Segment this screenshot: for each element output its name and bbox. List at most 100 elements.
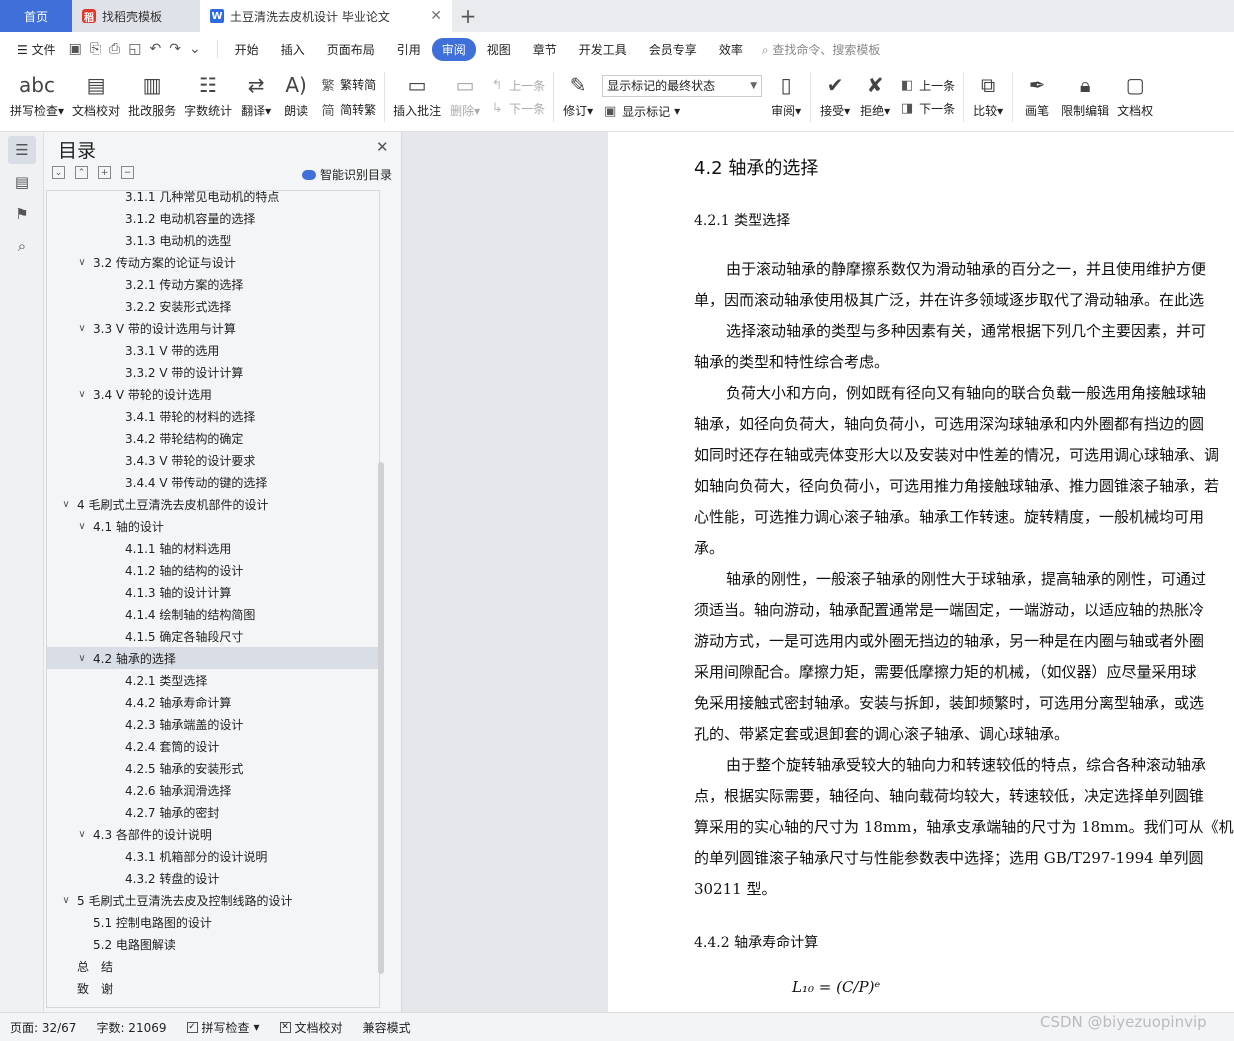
chevron-down-icon[interactable]: ∨ [75, 653, 89, 664]
toc-item[interactable]: 致 谢 [47, 977, 379, 999]
close-icon[interactable]: ✕ [376, 138, 389, 156]
annotate-service-button[interactable]: ▥ 批改服务 [124, 66, 180, 128]
toc-item[interactable]: ∨ 4.1 轴的设计 [47, 515, 379, 537]
toc-item[interactable]: 4.1.1 轴的材料选用 [47, 537, 379, 559]
menu-devtools[interactable]: 开发工具 [568, 41, 638, 58]
redo-icon[interactable]: ↷ [169, 41, 181, 57]
menu-layout[interactable]: 页面布局 [316, 41, 386, 58]
to-traditional-button[interactable]: 繁繁转简 [320, 75, 377, 94]
toc-icon[interactable]: ☰ [8, 136, 36, 164]
menu-member[interactable]: 会员专享 [638, 41, 708, 58]
toc-item[interactable]: 4.4.2 轴承寿命计算 [47, 691, 379, 713]
menu-review[interactable]: 审阅 [431, 37, 476, 61]
toc-item[interactable]: ∨ 4.3 各部件的设计说明 [47, 823, 379, 845]
toc-item[interactable]: 4.1.2 轴的结构的设计 [47, 559, 379, 581]
menu-chapter[interactable]: 章节 [522, 41, 568, 58]
menu-start[interactable]: 开始 [224, 41, 270, 58]
next-comment-button[interactable]: ↳ 下一条 [489, 100, 545, 117]
tab-template[interactable]: 稻 找稻壳模板 [72, 0, 200, 32]
document-page[interactable]: 4.2 轴承的选择 4.2.1 类型选择 由于滚动轴承的静摩擦系数仅为滑动轴承的… [608, 132, 1234, 1012]
close-icon[interactable]: ✕ [430, 8, 442, 24]
minus-icon[interactable]: − [121, 166, 134, 179]
chevron-down-icon[interactable]: ∨ [59, 895, 73, 906]
toc-item[interactable]: 4.1.5 确定各轴段尺寸 [47, 625, 379, 647]
toc-item[interactable]: 3.1.1 几种常见电动机的特点 [47, 191, 379, 207]
restrict-edit-button[interactable]: 🔒︎ 限制编辑 [1057, 66, 1113, 128]
toc-item[interactable]: 3.3.1 V 带的选用 [47, 339, 379, 361]
toc-item[interactable]: 3.4.3 V 带轮的设计要求 [47, 449, 379, 471]
doc-proof-button[interactable]: ▤ 文档校对 [68, 66, 124, 128]
toc-item[interactable]: 3.2.2 安装形式选择 [47, 295, 379, 317]
word-count-button[interactable]: ☷ 字数统计 [180, 66, 236, 128]
toc-scrollbar[interactable] [378, 462, 384, 974]
toc-item[interactable]: 3.4.4 V 带传动的键的选择 [47, 471, 379, 493]
new-tab-icon[interactable]: + [452, 0, 484, 32]
save-icon[interactable]: ▣ [69, 41, 82, 57]
tab-document[interactable]: W 土豆清洗去皮机设计 毕业论文 ✕ [200, 0, 452, 32]
toc-item[interactable]: 5.1 控制电路图的设计 [47, 911, 379, 933]
prev-change-button[interactable]: ◧ 上一条 [899, 77, 955, 94]
chevron-down-icon[interactable]: ∨ [59, 499, 73, 510]
expand-all-icon[interactable]: ⌃ [75, 166, 88, 179]
toc-item[interactable]: 4.1.3 轴的设计计算 [47, 581, 379, 603]
toc-item[interactable]: 3.4.1 带轮的材料的选择 [47, 405, 379, 427]
toc-item[interactable]: 4.2.6 轴承润滑选择 [47, 779, 379, 801]
more-icon[interactable]: ⌄ [189, 41, 201, 57]
insert-comment-button[interactable]: ▭ 插入批注 [389, 66, 445, 128]
toc-item[interactable]: 总 结 [47, 955, 379, 977]
status-spell-check[interactable]: ✓ 拼写检查 ▾ [177, 1019, 270, 1036]
markup-view-select[interactable]: 显示标记的最终状态 ▼ [602, 74, 763, 97]
preview-icon[interactable]: ◱ [128, 41, 141, 57]
reject-button[interactable]: ✘ 拒绝▾ [855, 66, 895, 128]
page-indicator[interactable]: 页面: 32/67 [0, 1019, 86, 1036]
toc-item[interactable]: ∨ 3.2 传动方案的论证与设计 [47, 251, 379, 273]
toc-item[interactable]: 4.2.4 套筒的设计 [47, 735, 379, 757]
to-simplified-button[interactable]: 简简转繁 [320, 100, 377, 119]
menu-view[interactable]: 视图 [476, 41, 522, 58]
print-icon[interactable]: ⎙ [109, 41, 120, 57]
accept-button[interactable]: ✔ 接受▾ [815, 66, 855, 128]
toc-item[interactable]: 4.2.3 轴承端盖的设计 [47, 713, 379, 735]
collapse-all-icon[interactable]: ⌄ [52, 166, 65, 179]
doc-permission-button[interactable]: ▢ 文档权 [1113, 66, 1157, 128]
toc-item[interactable]: 3.4.2 带轮结构的确定 [47, 427, 379, 449]
smart-toc-button[interactable]: 智能识别目录 [302, 166, 392, 183]
file-menu[interactable]: ☰ 文件 [6, 41, 67, 58]
word-count[interactable]: 字数: 21069 [86, 1019, 176, 1036]
toc-item[interactable]: 4.3.2 转盘的设计 [47, 867, 379, 889]
undo-icon[interactable]: ↶ [149, 41, 161, 57]
chapter-icon[interactable]: ▤ [8, 168, 36, 196]
toc-item[interactable]: 3.3.2 V 带的设计计算 [47, 361, 379, 383]
tab-home[interactable]: 首页 [0, 0, 72, 32]
chevron-down-icon[interactable]: ∨ [75, 389, 89, 400]
toc-item[interactable]: 4.2.7 轴承的密封 [47, 801, 379, 823]
compare-button[interactable]: ⧉ 比较▾ [968, 66, 1008, 128]
menu-insert[interactable]: 插入 [270, 41, 316, 58]
toc-item[interactable]: 4.2.5 轴承的安装形式 [47, 757, 379, 779]
toc-item[interactable]: 3.1.2 电动机容量的选择 [47, 207, 379, 229]
bookmark-icon[interactable]: ⚑ [8, 200, 36, 228]
search-icon[interactable]: ⌕ [8, 232, 36, 260]
toc-item[interactable]: ∨ 4 毛刷式土豆清洗去皮机部件的设计 [47, 493, 379, 515]
chevron-down-icon[interactable]: ∨ [75, 323, 89, 334]
toc-item[interactable]: 3.1.3 电动机的选型 [47, 229, 379, 251]
chevron-down-icon[interactable]: ∨ [75, 521, 89, 532]
prev-comment-button[interactable]: ↰ 上一条 [489, 77, 545, 94]
read-aloud-button[interactable]: A) 朗读 [276, 66, 316, 128]
show-markup-button[interactable]: ▣ 显示标记 ▾ [602, 103, 762, 120]
chevron-down-icon[interactable]: ∨ [75, 257, 89, 268]
toc-item[interactable]: 4.1.4 绘制轴的结构简图 [47, 603, 379, 625]
status-doc-proof[interactable]: ✕ 文档校对 [270, 1019, 353, 1036]
command-search[interactable]: ⌕ 查找命令、搜索模板 [754, 41, 881, 58]
ink-button[interactable]: ✒ 画笔 [1017, 66, 1057, 128]
toc-item[interactable]: 4.3.1 机箱部分的设计说明 [47, 845, 379, 867]
toc-item[interactable]: 3.2.1 传动方案的选择 [47, 273, 379, 295]
toc-item[interactable]: ∨ 4.2 轴承的选择 [47, 647, 379, 669]
delete-comment-button[interactable]: ▭ 删除▾ [445, 66, 485, 128]
menu-efficiency[interactable]: 效率 [708, 41, 754, 58]
spell-check-button[interactable]: abc 拼写检查▾ [6, 66, 68, 128]
toc-item[interactable]: ∨ 3.3 V 带的设计选用与计算 [47, 317, 379, 339]
menu-reference[interactable]: 引用 [386, 41, 432, 58]
next-change-button[interactable]: ◨ 下一条 [899, 100, 955, 117]
translate-button[interactable]: ⇄ 翻译▾ [236, 66, 276, 128]
